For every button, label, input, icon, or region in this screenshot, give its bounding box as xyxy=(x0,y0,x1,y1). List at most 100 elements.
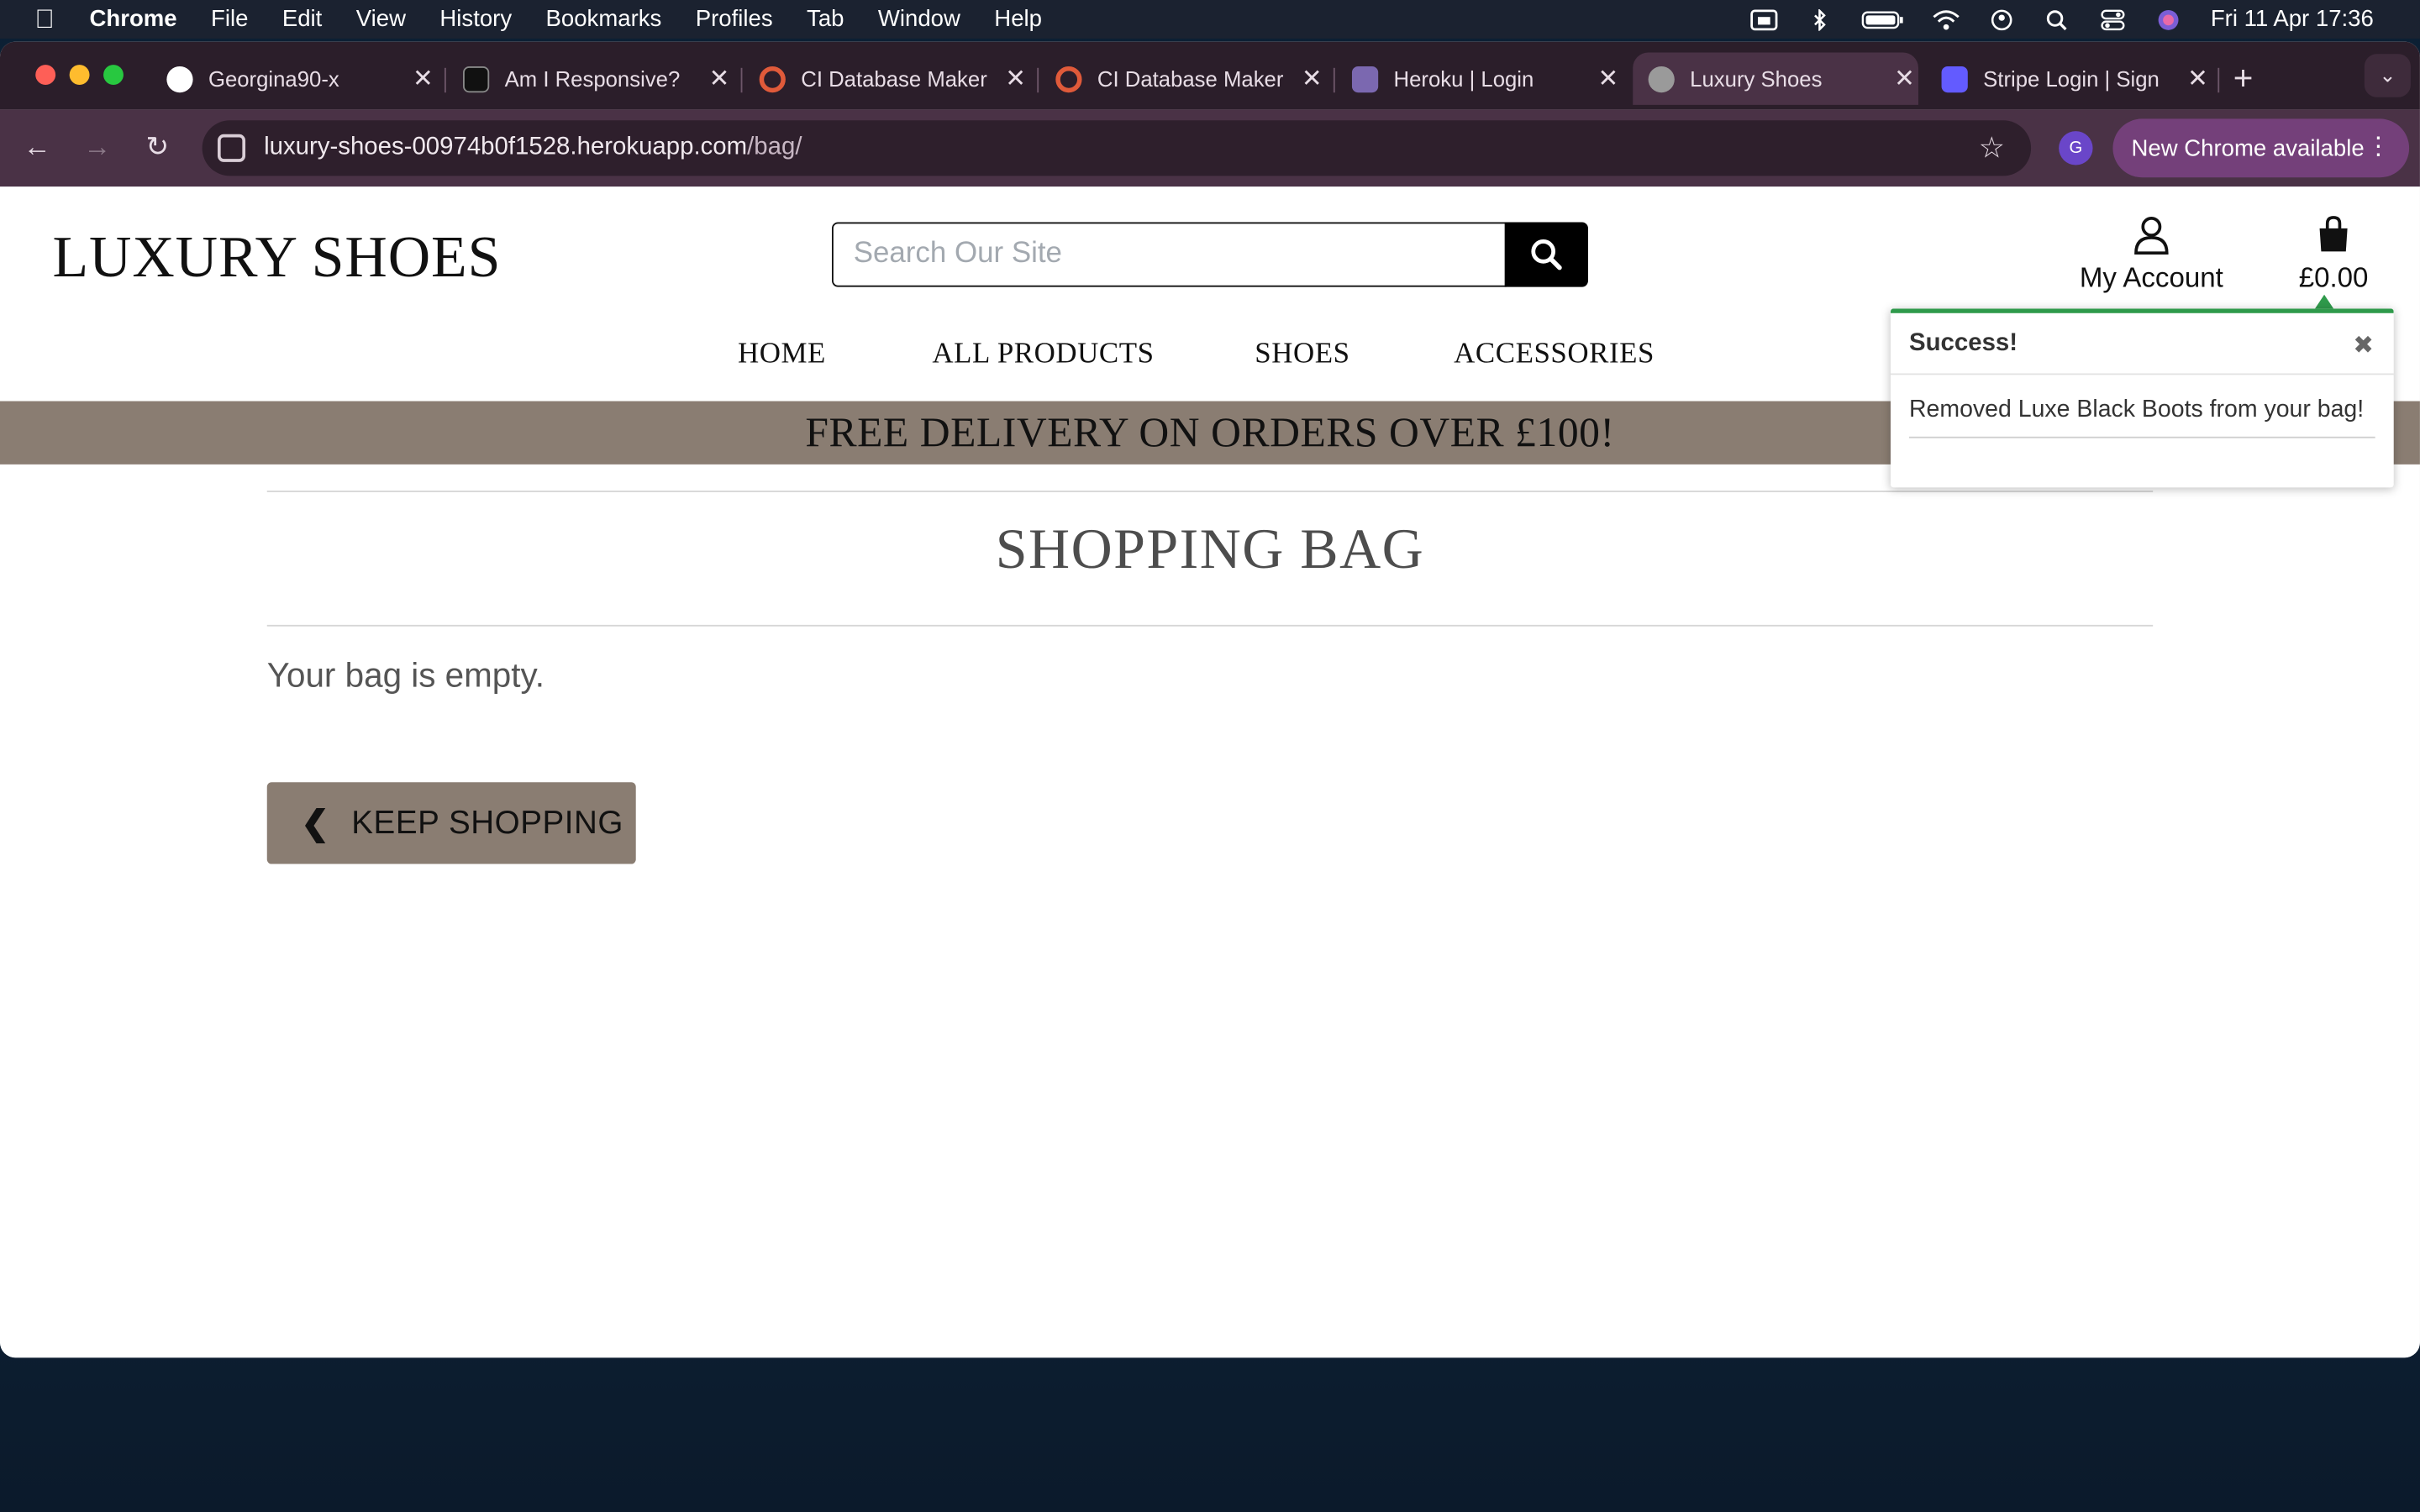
browser-window: Georgina90-x ✕ Am I Responsive? ✕ CI Dat… xyxy=(0,41,2420,1358)
wifi-icon[interactable] xyxy=(1933,8,1960,30)
tab-label: CI Database Maker xyxy=(801,66,987,92)
browser-toolbar: ← → ↻ luxury-shoes-00974b0f1528.herokuap… xyxy=(0,109,2420,187)
tab-label: CI Database Maker xyxy=(1097,66,1284,92)
close-tab-icon[interactable]: ✕ xyxy=(1005,63,1027,94)
reload-icon[interactable]: ↻ xyxy=(140,129,174,163)
stripe-icon xyxy=(1941,66,1968,92)
my-account-link[interactable]: My Account xyxy=(2068,214,2234,295)
user-switch-icon[interactable] xyxy=(1988,8,2016,30)
new-chrome-available-button[interactable]: New Chrome available ⋮ xyxy=(2112,118,2410,178)
status-area: Fri 11 Apr 17:36 xyxy=(1750,0,2374,39)
back-arrow-icon[interactable]: ← xyxy=(20,129,54,163)
apple-icon[interactable]:  xyxy=(0,4,90,35)
divider xyxy=(266,624,2154,627)
update-label: New Chrome available xyxy=(2131,134,2365,161)
tab-search-chevron-icon[interactable]: ⌄ xyxy=(2364,54,2411,97)
shopping-bag-link[interactable]: £0.00 xyxy=(2284,214,2383,295)
menu-history[interactable]: History xyxy=(439,6,512,32)
menubar-clock[interactable]: Fri 11 Apr 17:36 xyxy=(2211,6,2374,32)
menu-view[interactable]: View xyxy=(356,6,406,32)
close-tab-icon[interactable]: ✕ xyxy=(1597,63,1619,94)
search-submit-button[interactable] xyxy=(1504,222,1588,287)
url-text[interactable]: luxury-shoes-00974b0f1528.herokuapp.com/… xyxy=(264,134,802,162)
tab-ci-database-maker-2[interactable]: CI Database Maker ✕ xyxy=(1055,52,1323,104)
menu-window[interactable]: Window xyxy=(878,6,960,32)
zoom-window-button[interactable] xyxy=(103,65,124,86)
profile-avatar[interactable]: G xyxy=(2059,131,2093,165)
bookmark-star-icon[interactable]: ☆ xyxy=(1979,131,2005,166)
forward-arrow-icon[interactable]: → xyxy=(81,129,114,163)
globe-icon xyxy=(1648,66,1675,92)
github-icon xyxy=(166,66,193,92)
menu-help[interactable]: Help xyxy=(994,6,1042,32)
toast-arrow xyxy=(2315,294,2334,309)
tab-label: Am I Responsive? xyxy=(504,66,681,92)
tab-stripe-login[interactable]: Stripe Login | Sign ✕ xyxy=(1941,52,2209,104)
close-tab-icon[interactable]: ✕ xyxy=(2187,63,2209,94)
toast-title: Success! xyxy=(1890,313,2394,375)
tab-label: Luxury Shoes xyxy=(1690,66,1823,92)
battery-icon[interactable] xyxy=(1862,8,1905,30)
screen-mirror-icon[interactable] xyxy=(1750,8,1779,30)
site-search-input[interactable] xyxy=(831,222,1507,287)
macos-menubar:  Chrome File Edit View History Bookmark… xyxy=(0,0,2420,39)
close-tab-icon[interactable]: ✕ xyxy=(412,63,434,94)
nav-all-products[interactable]: ALL PRODUCTS xyxy=(932,338,1154,371)
close-tab-icon[interactable]: ✕ xyxy=(1894,63,1916,94)
success-toast: Success! ✖ Removed Luxe Black Boots from… xyxy=(1890,308,2394,488)
close-tab-icon[interactable]: ✕ xyxy=(1301,63,1323,94)
menu-profiles[interactable]: Profiles xyxy=(696,6,773,32)
tab-label: Heroku | Login xyxy=(1393,66,1534,92)
menu-tab[interactable]: Tab xyxy=(807,6,844,32)
bluetooth-icon[interactable] xyxy=(1807,8,1834,30)
user-icon xyxy=(2134,217,2169,255)
nav-shoes[interactable]: SHOES xyxy=(1255,338,1349,371)
heroku-icon xyxy=(1351,66,1379,92)
siri-icon[interactable] xyxy=(2155,8,2183,30)
nav-accessories[interactable]: ACCESSORIES xyxy=(1454,338,1655,371)
divider xyxy=(266,491,2154,492)
tab-am-i-responsive[interactable]: Am I Responsive? ✕ xyxy=(463,52,730,104)
address-bar[interactable]: luxury-shoes-00974b0f1528.herokuapp.com/… xyxy=(202,120,2032,176)
keep-shopping-button[interactable]: ❮ KEEP SHOPPING xyxy=(266,782,636,864)
more-menu-icon[interactable]: ⋮ xyxy=(2366,131,2391,162)
am-i-responsive-icon xyxy=(463,66,490,92)
menu-bookmarks[interactable]: Bookmarks xyxy=(546,6,662,32)
web-page: LUXURY SHOES My Account £0.00 HOME ALL P… xyxy=(0,186,2420,1358)
window-controls xyxy=(35,65,124,86)
ci-database-icon xyxy=(759,66,786,92)
url-path: /bag/ xyxy=(747,134,802,161)
tab-label: Stripe Login | Sign xyxy=(1983,66,2160,92)
close-window-button[interactable] xyxy=(35,65,56,86)
menu-file[interactable]: File xyxy=(211,6,248,32)
tab-separator xyxy=(1037,67,1039,93)
keep-shopping-label: KEEP SHOPPING xyxy=(351,804,623,841)
tab-separator xyxy=(1333,67,1335,93)
empty-bag-message: Your bag is empty. xyxy=(266,655,544,695)
close-icon[interactable]: ✖ xyxy=(2353,330,2374,361)
nav-home[interactable]: HOME xyxy=(738,338,826,371)
tab-luxury-shoes[interactable]: Luxury Shoes ✕ xyxy=(1633,52,1919,105)
tab-strip: Georgina90-x ✕ Am I Responsive? ✕ CI Dat… xyxy=(0,41,2420,110)
chevron-left-icon: ❮ xyxy=(301,803,330,842)
toast-message: Removed Luxe Black Boots from your bag! xyxy=(1908,396,2375,438)
new-tab-plus-icon[interactable]: + xyxy=(2233,59,2254,99)
tab-heroku-login[interactable]: Heroku | Login ✕ xyxy=(1351,52,1619,104)
menu-app-name[interactable]: Chrome xyxy=(90,6,177,32)
menu-edit[interactable]: Edit xyxy=(282,6,322,32)
control-center-icon[interactable] xyxy=(2100,8,2128,30)
my-account-label: My Account xyxy=(2079,262,2223,293)
url-host: luxury-shoes-00974b0f1528.herokuapp.com xyxy=(264,134,748,161)
tab-separator xyxy=(444,67,446,93)
tab-github[interactable]: Georgina90-x ✕ xyxy=(166,52,434,104)
site-logo[interactable]: LUXURY SHOES xyxy=(52,223,501,291)
ci-database-icon xyxy=(1055,66,1082,92)
tab-ci-database-maker-1[interactable]: CI Database Maker ✕ xyxy=(759,52,1027,104)
minimize-window-button[interactable] xyxy=(69,65,90,86)
shopping-bag-icon xyxy=(2319,216,2348,252)
tab-separator xyxy=(2217,67,2220,93)
tab-label: Georgina90-x xyxy=(208,66,339,92)
site-info-icon[interactable] xyxy=(217,134,246,162)
close-tab-icon[interactable]: ✕ xyxy=(708,63,730,94)
spotlight-search-icon[interactable] xyxy=(2044,8,2071,30)
